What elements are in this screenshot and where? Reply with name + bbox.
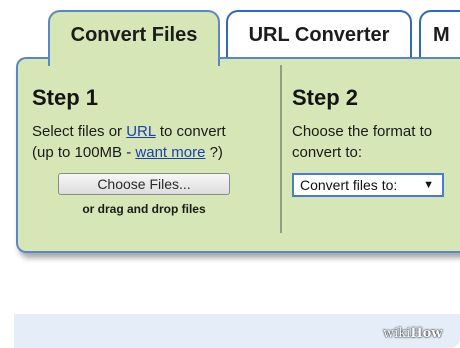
step1-close-text: ?) — [205, 144, 223, 161]
step-divider — [280, 65, 282, 233]
app-window: Convert Files URL Converter M Step 1 Sel… — [0, 0, 460, 348]
step1-description: Select files or URL to convert (up to 100… — [32, 121, 277, 163]
watermark-part1: wiki — [383, 326, 411, 341]
step1-text-before: Select files or — [32, 123, 127, 140]
want-more-link[interactable]: want more — [135, 144, 205, 161]
choose-files-button[interactable]: Choose Files... — [58, 173, 230, 195]
drag-drop-hint: or drag and drop files — [82, 202, 206, 216]
converter-panel: Step 1 Select files or URL to convert (up… — [16, 57, 460, 253]
format-select[interactable]: Convert files to: ▼ — [292, 173, 444, 197]
step1-title: Step 1 — [32, 85, 99, 110]
url-link[interactable]: URL — [126, 123, 155, 140]
step2-description: Choose the format to convert to: — [292, 123, 433, 161]
tab-partial[interactable]: M — [419, 10, 460, 58]
tab-partial-label: M — [433, 24, 450, 46]
format-select-value: Convert files to: — [300, 177, 398, 193]
tab-convert-files[interactable]: Convert Files — [48, 10, 220, 66]
step1-limit-text: (up to 100MB - — [32, 144, 136, 161]
step1-text-after: to convert — [155, 123, 226, 140]
tab-url-converter[interactable]: URL Converter — [226, 10, 412, 58]
tab-convert-files-label: Convert Files — [70, 24, 198, 46]
tab-url-converter-label: URL Converter — [248, 24, 390, 46]
wikihow-watermark: wikiHow — [383, 326, 442, 341]
chevron-down-icon: ▼ — [423, 179, 434, 191]
step2-title: Step 2 — [292, 85, 359, 110]
watermark-part2: How — [410, 326, 443, 341]
